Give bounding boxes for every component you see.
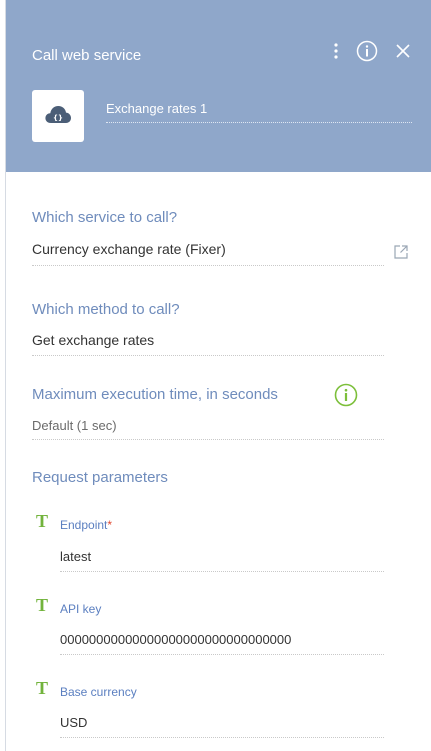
service-underline: [32, 265, 384, 266]
element-name-field[interactable]: Exchange rates 1: [106, 101, 207, 116]
method-underline: [32, 355, 384, 356]
cloud-web-service-icon: {}: [44, 104, 72, 129]
param-value-base-currency[interactable]: USD: [60, 715, 87, 730]
timeout-info-icon[interactable]: [334, 383, 358, 412]
service-field[interactable]: Currency exchange rate (Fixer): [32, 241, 226, 257]
panel-header: Call web service {} Exchange rates 1: [6, 0, 431, 172]
text-type-icon: T: [36, 678, 49, 698]
param-name-api-key[interactable]: API key: [60, 602, 101, 616]
param-value-api-key[interactable]: 00000000000000000000000000000000: [60, 632, 291, 647]
element-name-underline: [106, 122, 412, 123]
service-label: Which service to call?: [32, 209, 178, 226]
timeout-underline: [32, 439, 384, 440]
header-actions: [334, 40, 410, 62]
element-icon-tile: {}: [32, 90, 84, 142]
panel-title: Call web service: [32, 47, 142, 64]
close-icon[interactable]: [396, 44, 410, 58]
text-type-icon: T: [36, 595, 49, 615]
more-options-icon[interactable]: [334, 43, 338, 59]
svg-text:{}: {}: [53, 114, 63, 122]
param-value-endpoint[interactable]: latest: [60, 549, 91, 564]
request-parameters-heading: Request parameters: [32, 469, 168, 486]
param-name-endpoint[interactable]: Endpoint*: [60, 518, 112, 532]
param-underline: [60, 737, 384, 738]
open-external-icon[interactable]: [393, 244, 409, 265]
param-underline: [60, 654, 384, 655]
required-marker: *: [107, 518, 113, 532]
info-icon[interactable]: [356, 40, 378, 62]
timeout-field[interactable]: Default (1 sec): [32, 418, 117, 433]
method-label: Which method to call?: [32, 301, 180, 318]
method-field[interactable]: Get exchange rates: [32, 332, 154, 348]
timeout-label: Maximum execution time, in seconds: [32, 386, 278, 403]
param-underline: [60, 571, 384, 572]
process-element-panel: Call web service {} Exchange rates 1 Whi…: [5, 0, 431, 751]
text-type-icon: T: [36, 511, 49, 531]
param-name-base-currency[interactable]: Base currency: [60, 685, 137, 699]
